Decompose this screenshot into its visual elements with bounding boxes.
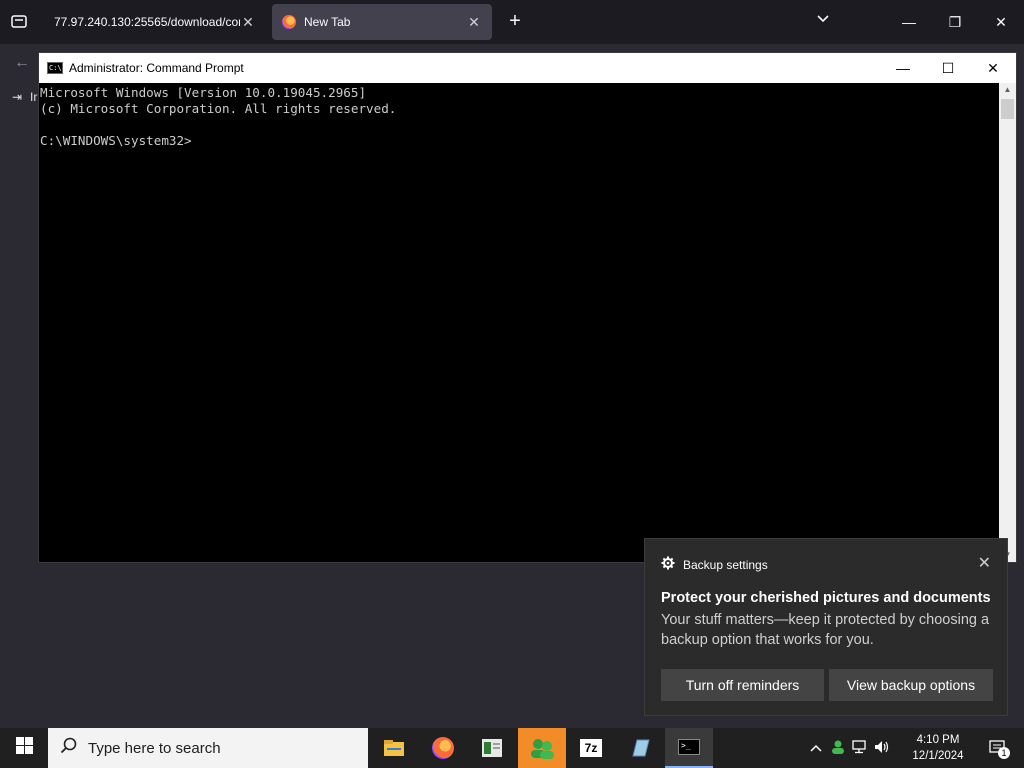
console-line: Microsoft Windows [Version 10.0.19045.29… <box>40 85 367 100</box>
toast-body: Your stuff matters—keep it protected by … <box>661 612 990 648</box>
tab-new-tab[interactable]: New Tab ✕ <box>272 4 492 40</box>
start-button[interactable] <box>0 728 48 768</box>
chevron-up-icon[interactable] <box>810 740 822 756</box>
minimize-button[interactable]: — <box>886 0 932 44</box>
clock[interactable]: 4:10 PM 12/1/2024 <box>908 732 968 764</box>
back-arrow-icon[interactable]: ← <box>14 54 30 72</box>
cmd-scrollbar[interactable]: ▲ ▼ <box>999 83 1016 562</box>
toast-app-name: Backup settings <box>683 557 768 572</box>
search-icon <box>60 737 78 759</box>
restore-button[interactable]: ❐ <box>932 0 978 44</box>
tab-bar: 77.97.240.130:25565/download/cor ✕ New T… <box>0 0 1024 44</box>
people-icon[interactable] <box>518 728 566 768</box>
tab-list-icon[interactable] <box>10 13 28 29</box>
toast-title: Protect your cherished pictures and docu… <box>661 590 991 606</box>
taskbar-search[interactable]: Type here to search <box>48 728 368 768</box>
tab-download-label: 77.97.240.130:25565/download/cor <box>54 15 240 29</box>
editor-icon[interactable] <box>616 728 664 768</box>
gear-icon <box>661 556 675 573</box>
firefox-icon <box>282 15 296 29</box>
windows-logo-icon <box>15 737 33 759</box>
firefox-icon[interactable] <box>419 728 467 768</box>
sidebar-label: Ir <box>30 90 38 104</box>
new-tab-button[interactable]: + <box>505 10 525 34</box>
notification-center-button[interactable]: 1 <box>978 728 1018 768</box>
command-prompt-window[interactable]: C:\ Administrator: Command Prompt — ☐ ✕ … <box>38 52 1017 563</box>
volume-icon[interactable] <box>874 740 890 757</box>
close-icon[interactable]: ✕ <box>466 14 482 31</box>
notification-count: 1 <box>998 747 1010 759</box>
search-placeholder: Type here to search <box>88 739 221 757</box>
taskbar: Type here to search 7z >_ 4:10 PM 12/1/2… <box>0 728 1024 768</box>
turn-off-reminders-button[interactable]: Turn off reminders <box>661 669 824 701</box>
clock-date: 12/1/2024 <box>912 750 964 762</box>
close-window-button[interactable]: ✕ <box>978 0 1024 44</box>
backup-toast: Backup settings ✕ Protect your cherished… <box>644 538 1008 716</box>
network-icon[interactable] <box>852 739 868 757</box>
cmd-icon: C:\ <box>47 62 63 74</box>
scroll-thumb[interactable] <box>1001 99 1014 119</box>
notification-icon: 1 <box>989 740 1010 759</box>
cmd-close-button[interactable]: ✕ <box>970 53 1016 83</box>
console-line: (c) Microsoft Corporation. All rights re… <box>40 101 397 116</box>
console-prompt: C:\WINDOWS\system32> <box>40 133 192 148</box>
import-icon[interactable]: ⇥ <box>12 90 22 104</box>
cmd-title-bar[interactable]: C:\ Administrator: Command Prompt — ☐ ✕ <box>39 53 1016 83</box>
chevron-down-icon[interactable] <box>816 12 830 31</box>
close-icon[interactable]: ✕ <box>240 14 256 31</box>
close-icon[interactable]: ✕ <box>978 553 991 573</box>
system-tray <box>810 728 890 768</box>
sidebar-strip: ⇥ Ir <box>0 84 40 114</box>
view-backup-options-button[interactable]: View backup options <box>829 669 993 701</box>
scroll-up-icon[interactable]: ▲ <box>999 83 1016 97</box>
7zip-icon[interactable]: 7z <box>567 728 615 768</box>
file-explorer-icon[interactable] <box>370 728 418 768</box>
tab-new-tab-label: New Tab <box>304 15 351 29</box>
cmd-maximize-button[interactable]: ☐ <box>925 53 971 83</box>
cmd-taskbar-icon[interactable]: >_ <box>665 728 713 768</box>
cmd-console[interactable]: Microsoft Windows [Version 10.0.19045.29… <box>39 83 999 562</box>
toast-header: Backup settings <box>661 556 768 573</box>
clock-time: 4:10 PM <box>916 734 960 746</box>
tab-download[interactable]: 77.97.240.130:25565/download/cor ✕ <box>44 4 266 40</box>
cmd-minimize-button[interactable]: — <box>880 53 926 83</box>
cmd-title: Administrator: Command Prompt <box>69 61 244 75</box>
notepad-icon[interactable] <box>468 728 516 768</box>
people-tray-icon[interactable] <box>830 739 846 758</box>
